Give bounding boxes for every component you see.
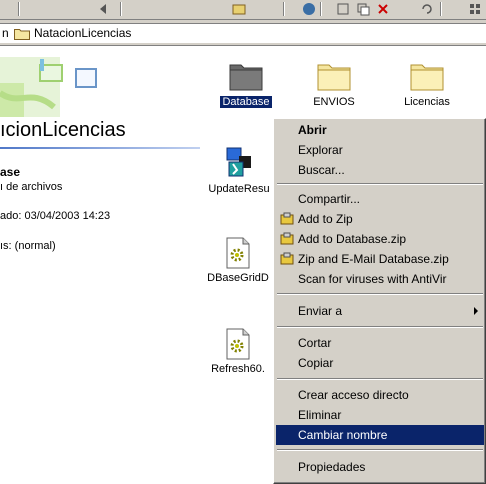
selected-item-name: ase: [0, 165, 21, 179]
folders-icon[interactable]: [232, 2, 246, 16]
selected-item-attributes: ıs: (normal): [0, 240, 56, 252]
menu-item-cambiar-nombre[interactable]: Cambiar nombre: [276, 425, 484, 445]
menu-item-compartir[interactable]: Compartir...: [276, 189, 484, 209]
toolbar-separator: [283, 2, 285, 16]
file-item-label: Database: [219, 95, 273, 109]
settings-file-icon: [226, 237, 250, 269]
program-icon: [226, 147, 251, 177]
menu-item-abrir[interactable]: Abrir: [276, 120, 484, 140]
delete-icon[interactable]: [376, 2, 390, 16]
file-item-label: DBaseGridD: [207, 272, 269, 284]
address-path: NatacionLicencias: [34, 26, 132, 40]
winzip-icon: [280, 212, 294, 225]
toolbar-separator: [440, 2, 442, 16]
address-input[interactable]: n NatacionLicencias: [0, 23, 486, 43]
menu-item-label: Add to Database.zip: [298, 232, 407, 246]
menu-item-label: Scan for viruses with AntiVir: [298, 272, 447, 286]
menu-item-propiedades[interactable]: Propiedades: [276, 457, 484, 477]
menu-item-copiar[interactable]: Copiar: [276, 353, 484, 373]
selected-item-modified: ado: 03/04/2003 14:23: [0, 210, 111, 222]
folder-title: ıcionLicencias: [0, 119, 126, 141]
menu-item-explorar[interactable]: Explorar: [276, 140, 484, 160]
settings-file-icon: [226, 328, 250, 360]
file-item-updateresu[interactable]: UpdateResu: [206, 146, 272, 195]
menu-item-label: Copiar: [298, 356, 334, 370]
menu-item-add-to-database-zip[interactable]: Add to Database.zip: [276, 229, 484, 249]
menu-item-crear-acceso-directo[interactable]: Crear acceso directo: [276, 385, 484, 405]
file-item-label: Refresh60.: [211, 363, 265, 375]
menu-item-label: Abrir: [298, 123, 327, 137]
menu-item-eliminar[interactable]: Eliminar: [276, 405, 484, 425]
folder-icon: [317, 64, 351, 91]
history-icon[interactable]: [302, 2, 316, 16]
file-item-envios[interactable]: ENVIOS: [299, 57, 369, 108]
file-item-database[interactable]: Database: [211, 57, 281, 109]
toolbar: [0, 0, 486, 20]
copy-to-icon[interactable]: [356, 2, 370, 16]
folder-icon: [14, 29, 30, 40]
file-item-licencias[interactable]: Licencias: [392, 57, 462, 108]
menu-separator: [277, 449, 483, 451]
menu-item-label: Compartir...: [298, 192, 361, 206]
back-icon[interactable]: [98, 2, 112, 16]
folder-icon: [229, 64, 263, 91]
file-item-label: UpdateResu: [208, 183, 270, 195]
title-divider: [0, 147, 200, 149]
selected-item-type: ı de archivos: [0, 181, 63, 193]
menu-item-enviar-a[interactable]: Enviar a: [276, 301, 484, 321]
move-to-icon[interactable]: [336, 2, 350, 16]
address-bar: n NatacionLicencias: [0, 20, 486, 46]
menu-item-label: Zip and E-Mail Database.zip: [298, 252, 449, 266]
menu-item-label: Explorar: [298, 143, 343, 157]
winzip-icon: [280, 252, 294, 265]
menu-item-label: Enviar a: [298, 304, 343, 318]
toolbar-separator: [18, 2, 20, 16]
undo-icon[interactable]: [420, 2, 434, 16]
file-item-label: Licencias: [404, 96, 450, 108]
menu-item-cortar[interactable]: Cortar: [276, 333, 484, 353]
menu-separator: [277, 183, 483, 185]
menu-item-scan-antivir[interactable]: Scan for viruses with AntiVir: [276, 269, 484, 289]
menu-separator: [277, 378, 483, 380]
toolbar-separator: [120, 2, 122, 16]
menu-separator: [277, 326, 483, 328]
folder-icon: [410, 64, 444, 91]
menu-item-label: Buscar...: [298, 163, 345, 177]
menu-item-label: Eliminar: [298, 408, 342, 422]
menu-item-buscar[interactable]: Buscar...: [276, 160, 484, 180]
address-label: n: [2, 26, 9, 40]
winzip-icon: [280, 232, 294, 245]
menu-item-label: Propiedades: [298, 460, 366, 474]
folder-info-pane: ıcionLicencias ase ı de archivos ado: 03…: [0, 47, 205, 484]
menu-item-label: Cambiar nombre: [298, 428, 388, 442]
toolbar-separator: [320, 2, 322, 16]
menu-item-label: Crear acceso directo: [298, 388, 409, 402]
file-item-label: ENVIOS: [313, 96, 355, 108]
menu-item-label: Cortar: [298, 336, 332, 350]
menu-item-add-to-zip[interactable]: Add to Zip: [276, 209, 484, 229]
file-item-dbasegridd[interactable]: DBaseGridD: [204, 237, 272, 284]
file-item-refresh60[interactable]: Refresh60.: [204, 328, 272, 375]
menu-item-label: Add to Zip: [298, 212, 353, 226]
submenu-arrow-icon: [474, 307, 478, 315]
menu-separator: [277, 293, 483, 295]
views-icon[interactable]: [468, 2, 482, 16]
context-menu: Abrir Explorar Buscar... Compartir... Ad…: [273, 118, 486, 484]
menu-item-zip-and-email[interactable]: Zip and E-Mail Database.zip: [276, 249, 484, 269]
folder-banner-graphic: [0, 57, 97, 117]
